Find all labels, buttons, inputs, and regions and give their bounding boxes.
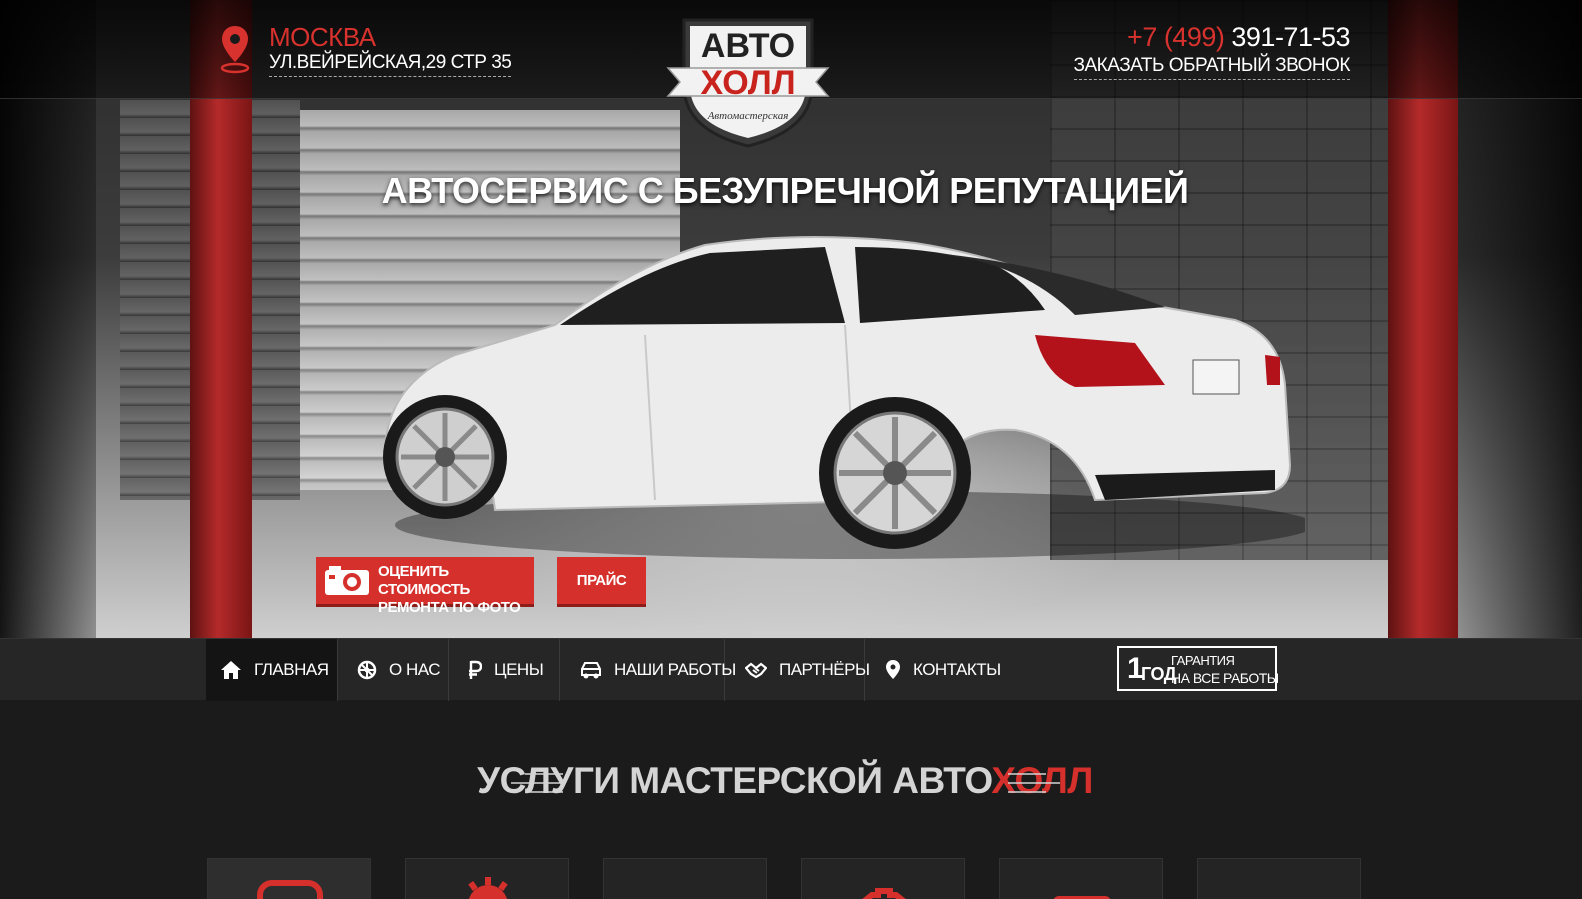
title-decoration-right [1008,773,1060,793]
pin-icon [886,660,900,679]
wheel-icon [357,660,377,680]
hero-banner: МОСКВА УЛ.ВЕЙРЕЙСКАЯ,29 СТР 35 АВТО ХОЛЛ… [0,0,1582,638]
service-tile[interactable] [207,858,371,899]
home-icon [221,661,241,679]
nav-item-home[interactable]: ГЛАВНАЯ [206,639,338,701]
nav-item-works[interactable]: НАШИ РАБОТЫ [560,639,736,701]
phone-code: +7 (499) [1127,22,1225,52]
hero-title: АВТОСЕРВИС С БЕЗУПРЕЧНОЙ РЕПУТАЦИЕЙ [381,170,1189,211]
warranty-line1: ГАРАНТИЯ [1171,653,1235,668]
service-icon [257,880,323,899]
camera-icon [325,566,369,595]
services-title-brand1: АВТО [892,760,992,801]
map-pin-icon [220,26,250,74]
address-link[interactable]: УЛ.ВЕЙРЕЙСКАЯ,29 СТР 35 [269,52,512,77]
car-image [383,235,1305,559]
service-tile[interactable] [999,858,1163,899]
services-title-text: УСЛУГИ МАСТЕРСКОЙ [477,760,893,801]
ruble-icon [469,660,482,679]
logo-line2: ХОЛЛ [700,64,795,102]
nav-item-contacts[interactable]: КОНТАКТЫ [865,639,1001,701]
tool-icon [1238,873,1322,899]
logo-tagline: Автомастерская [707,110,789,122]
service-tile[interactable] [603,858,767,899]
nav-label: ГЛАВНАЯ [254,660,329,679]
nav-item-about[interactable]: О НАС [338,639,449,701]
warranty-line2: НА ВСЕ РАБОТЫ [1171,670,1279,686]
service-tile[interactable] [801,858,965,899]
estimate-button-label: ОЦЕНИТЬ СТОИМОСТЬ РЕМОНТА ПО ФОТО [378,563,521,616]
estimate-by-photo-button[interactable]: ОЦЕНИТЬ СТОИМОСТЬ РЕМОНТА ПО ФОТО [316,557,534,616]
service-tile[interactable] [405,858,569,899]
city-name: МОСКВА [269,22,376,52]
gear-icon [468,877,508,899]
service-tile[interactable] [1197,858,1361,899]
contact-block: +7 (499) 391-71-53 ЗАКАЗАТЬ ОБРАТНЫЙ ЗВО… [1073,22,1351,80]
engine-icon [862,888,906,899]
phone-digits: 391-71-53 [1231,22,1350,52]
logo[interactable]: АВТО ХОЛЛ Автомастерская [666,10,830,150]
handshake-icon [745,662,767,679]
nav-item-partners[interactable]: ПАРТНЁРЫ [725,639,870,701]
car-icon [581,662,601,679]
logo-line1: АВТО [701,27,795,65]
main-nav: ГЛАВНАЯ О НАС ЦЕНЫ НАШИ РАБОТЫ ПАРТНЁРЫ … [0,638,1582,701]
callback-link[interactable]: ЗАКАЗАТЬ ОБРАТНЫЙ ЗВОНОК [1073,55,1351,80]
nav-label: НАШИ РАБОТЫ [614,660,736,679]
battery-icon [1053,896,1111,899]
phone-number[interactable]: +7 (499) 391-71-53 [1074,22,1350,53]
nav-item-prices[interactable]: ЦЕНЫ [449,639,560,701]
nav-label: О НАС [389,660,440,679]
nav-label: ПАРТНЁРЫ [779,660,870,679]
nav-label: КОНТАКТЫ [913,660,1001,679]
nav-label: ЦЕНЫ [494,660,544,679]
warranty-badge: 1 ГОД ГАРАНТИЯ НА ВСЕ РАБОТЫ [1117,646,1279,691]
price-list-button[interactable]: ПРАЙС [557,557,646,604]
services-title: УСЛУГИ МАСТЕРСКОЙ АВТОХОЛЛ [0,760,1570,802]
